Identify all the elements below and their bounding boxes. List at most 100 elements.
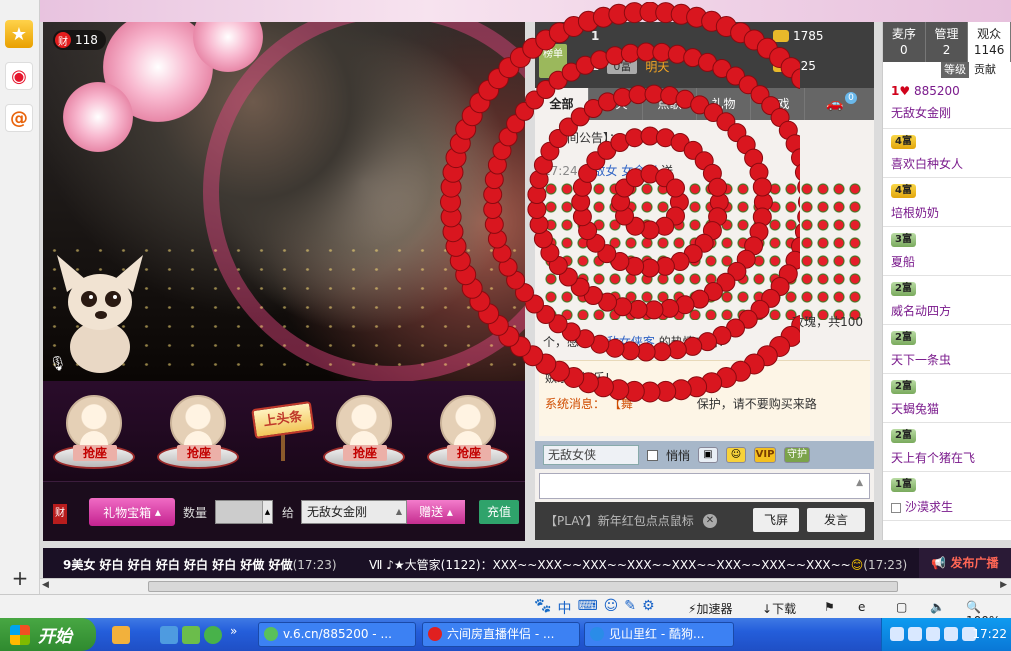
add-icon[interactable]: + — [8, 566, 32, 590]
taskbar-item-kugou[interactable]: 见山里红 - 酷狗... — [584, 622, 734, 647]
private-checkbox[interactable] — [647, 449, 658, 461]
list-item[interactable]: 1富 沙漠求生 — [883, 472, 1011, 521]
grab-seat-button[interactable]: 抢座 — [343, 445, 387, 461]
fan-row[interactable]: 1 — [591, 26, 599, 46]
start-button[interactable]: 开始 — [0, 618, 96, 651]
sort-by-contribution[interactable]: 贡献 — [971, 62, 999, 78]
coin-value: 1785 — [793, 29, 824, 43]
tab-viewers[interactable]: 观众 1146 — [968, 22, 1011, 62]
horizontal-scrollbar[interactable]: ◀ ▶ — [40, 578, 1011, 594]
window-icon[interactable]: ▢ — [896, 600, 907, 614]
download-button[interactable]: ↓下载 — [762, 600, 796, 617]
seat-1[interactable]: 抢座 — [51, 395, 137, 473]
list-item[interactable]: 2富 天上有个猪在飞 — [883, 423, 1011, 472]
ie-icon[interactable] — [160, 626, 178, 644]
message-user[interactable]: 无敌女 — [581, 164, 617, 178]
chat-input[interactable]: ▲ — [539, 473, 870, 499]
tray-icon[interactable] — [890, 627, 904, 641]
list-item[interactable]: 4富 培根奶奶 — [883, 178, 1011, 227]
send-message-button[interactable]: 发言 — [807, 508, 865, 532]
message-target[interactable]: 女金刚 — [621, 164, 657, 178]
tab-admins[interactable]: 管理 2 — [926, 22, 969, 62]
smile-icon[interactable]: ☺ — [604, 598, 619, 618]
vip-icon[interactable]: VIP — [754, 447, 777, 463]
gear-icon[interactable]: ⚙ — [642, 598, 655, 618]
at-icon[interactable]: @ — [5, 104, 33, 132]
sort-by-level[interactable]: 等级 — [941, 62, 969, 78]
gift-box-button[interactable]: 礼物宝箱 ▴ — [89, 498, 175, 526]
viewer-name: 天下一条虫 — [891, 353, 952, 367]
taskbar-item-6room[interactable]: 六间房直播伴侣 - ... — [422, 622, 580, 647]
list-item[interactable]: 2富 天下一条虫 — [883, 325, 1011, 374]
list-item[interactable]: 2富 天蝎兔猫 — [883, 374, 1011, 423]
tray-icon[interactable] — [944, 627, 958, 641]
seat-3[interactable]: 抢座 — [321, 395, 407, 473]
chat-target-select[interactable]: 无敌女侠 — [543, 445, 639, 465]
seat-2[interactable]: 抢座 — [155, 395, 241, 473]
car-tab[interactable]: 🚗 0 — [805, 88, 865, 120]
list-item[interactable]: 2富 威名动四方 — [883, 276, 1011, 325]
tab-all[interactable]: 全部 — [535, 88, 589, 120]
marquee-time: (17:23) — [863, 558, 908, 572]
recharge-button[interactable]: 充值 — [479, 500, 519, 524]
scrollbar-thumb[interactable] — [148, 581, 898, 592]
wealth-tag[interactable]: 财 — [53, 504, 67, 524]
quantity-stepper[interactable]: ▲ — [215, 500, 273, 524]
grab-seat-button[interactable]: 抢座 — [177, 445, 221, 461]
microphone-icon[interactable]: 🎙 — [49, 356, 67, 376]
volume-icon[interactable]: 🔈 — [930, 600, 945, 614]
viewer-name: 天蝎兔猫 — [891, 402, 940, 416]
taskbar-item-browser[interactable]: v.6.cn/885200 - ... — [258, 622, 416, 647]
star-icon[interactable]: ★ — [5, 20, 33, 48]
seat-4[interactable]: 抢座 — [425, 395, 511, 473]
spinner-icon[interactable]: ▲ — [262, 501, 272, 523]
more-icon[interactable]: » — [230, 624, 237, 638]
ie-icon[interactable]: e — [858, 600, 865, 614]
publish-broadcast-button[interactable]: 📢 发布广播 — [919, 548, 1011, 578]
list-item[interactable]: 4富 喜欢白种女人 — [883, 129, 1011, 178]
list-item[interactable]: 3富 夏船 — [883, 227, 1011, 276]
thanks-pre: 玫瑰，共100 — [792, 315, 863, 329]
tray-icon[interactable] — [926, 627, 940, 641]
fan-row[interactable]: 2 0富 明天 — [591, 56, 669, 76]
list-item[interactable]: 1♥ 885200 无敌女金刚 — [883, 80, 1011, 129]
ranking-tag[interactable]: 榜单 — [539, 44, 567, 78]
select-checkbox[interactable] — [891, 502, 901, 513]
tab-song[interactable]: 点歌 — [643, 88, 697, 120]
tab-chat[interactable]: 聊天 — [589, 88, 643, 120]
weibo-icon[interactable]: ◉ — [5, 62, 33, 90]
scroll-right-icon[interactable]: ▶ — [1000, 580, 1007, 590]
tray-icon[interactable] — [908, 627, 922, 641]
accelerator-button[interactable]: ⚡加速器 — [688, 600, 732, 617]
headline-sign[interactable]: 上头条 — [251, 400, 315, 461]
wealth-level-badge: 3富 — [891, 233, 916, 247]
play-promo[interactable]: 【PLAY】新年红包点点鼠标 — [545, 512, 694, 529]
close-icon[interactable]: ✕ — [703, 514, 717, 528]
send-gift-button[interactable]: 赠送 ▴ — [407, 500, 465, 524]
thanks-user[interactable]: 无敌女侠客 — [595, 335, 655, 349]
megaphone-icon: 📢 — [931, 556, 951, 570]
paw-icon[interactable]: 🐾 — [534, 598, 551, 618]
keyboard-icon[interactable]: ⌨ — [577, 598, 597, 618]
live-video[interactable]: 财 118 🎙 — [43, 22, 525, 381]
zh-icon[interactable]: 中 — [557, 598, 571, 618]
expand-arrow-icon[interactable]: ▲ — [856, 478, 863, 488]
pen-icon[interactable]: ✎ — [624, 598, 636, 618]
grab-seat-button[interactable]: 抢座 — [73, 445, 117, 461]
grab-seat-button[interactable]: 抢座 — [447, 445, 491, 461]
browser-360-icon[interactable] — [204, 626, 222, 644]
fly-screen-button[interactable]: 飞屏 — [753, 508, 799, 532]
guard-icon[interactable]: 守护 — [784, 447, 811, 463]
emoji-icon[interactable]: ☺ — [726, 447, 747, 463]
scroll-left-icon[interactable]: ◀ — [42, 580, 49, 590]
image-icon[interactable]: ▣ — [698, 447, 719, 463]
tab-mic-queue[interactable]: 麦序 0 — [883, 22, 926, 62]
quicklaunch-icon[interactable] — [112, 626, 130, 644]
recipient-select[interactable]: 无敌女金刚 ▲ — [301, 500, 407, 524]
flag-icon[interactable]: ⚑ — [824, 600, 835, 614]
tab-game[interactable]: 游戏 — [751, 88, 805, 120]
quicklaunch-icon[interactable] — [182, 626, 200, 644]
6room-icon — [428, 627, 442, 641]
tab-gift[interactable]: 礼物 — [697, 88, 751, 120]
coin-value: 125 — [793, 59, 816, 73]
